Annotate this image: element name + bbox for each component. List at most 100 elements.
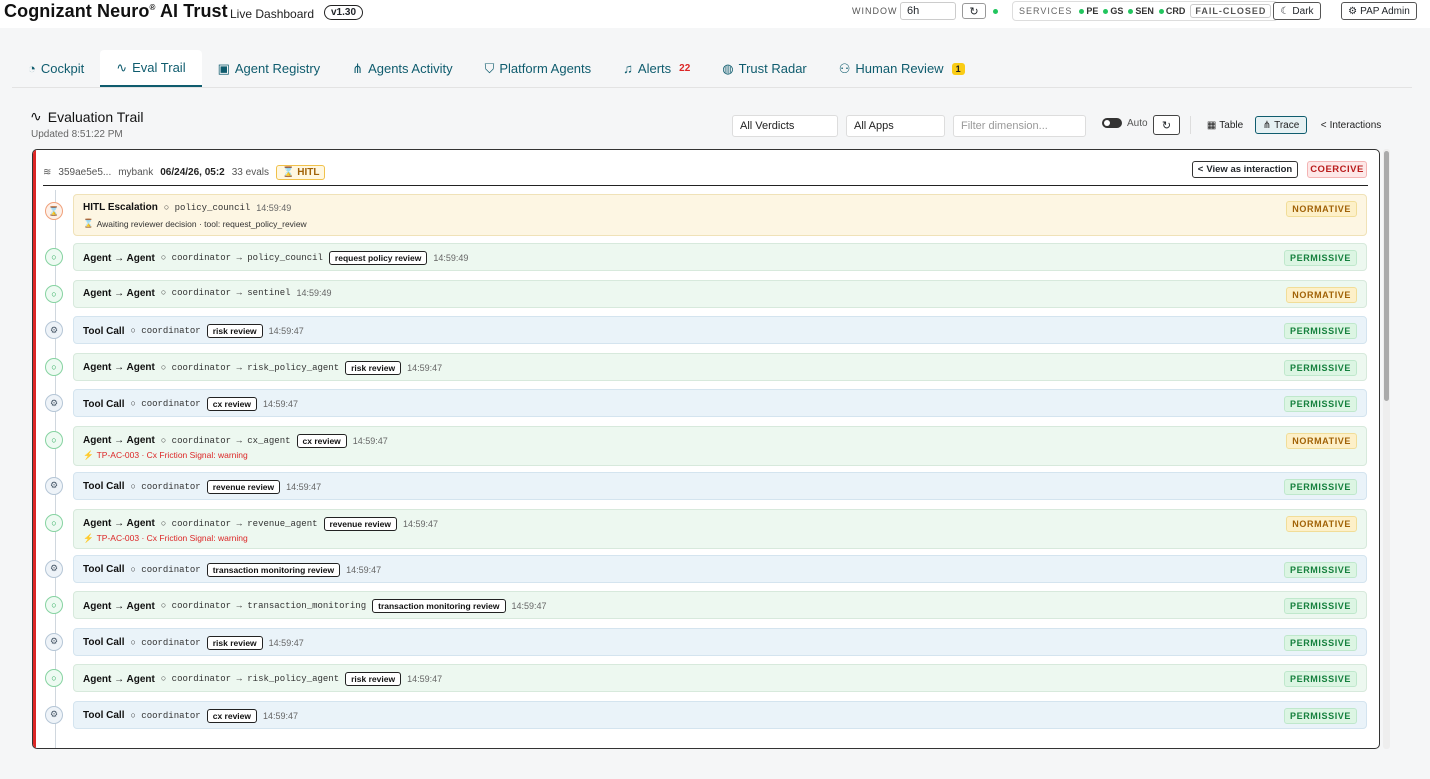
eval-title: Agent → Agent (83, 518, 155, 530)
eval-time: 14:59:47 (263, 710, 299, 721)
view-trace-button[interactable]: ⋔ Trace (1255, 116, 1307, 134)
circle-icon: ○ (160, 601, 167, 612)
tab-eval-trail[interactable]: ∿ Eval Trail (100, 50, 202, 87)
eval-route: ○ coordinator (130, 710, 201, 721)
tab-trust-radar[interactable]: ◍ Trust Radar (706, 50, 823, 87)
trail-row[interactable]: ⚙ Tool Call ○ coordinator cx review 14:59:47… (43, 698, 1373, 735)
eval-card[interactable]: Tool Call ○ coordinator transaction monito… (73, 554, 1367, 583)
eval-card[interactable]: Tool Call ○ coordinator cx review 14:59:47 P… (73, 389, 1367, 418)
eval-card[interactable]: Tool Call ○ coordinator cx review 14:59:47 P… (73, 700, 1367, 729)
tab-agent-registry[interactable]: ▣ Agent Registry (202, 50, 337, 87)
verdict-badge: PERMISSIVE (1283, 250, 1357, 266)
verdict-badge: PERMISSIVE (1283, 561, 1357, 578)
verdict-badge: PERMISSIVE (1283, 634, 1357, 651)
admin-button[interactable]: ⚙ PAP Admin (1341, 2, 1417, 20)
theme-toggle-button[interactable]: ☾ Dark (1273, 2, 1321, 20)
eval-card-header: Tool Call ○ coordinator risk review 14:59:4… (83, 635, 304, 650)
eval-tag: cx review (206, 397, 257, 412)
verdict-filter-select[interactable]: All Verdicts (732, 115, 838, 137)
radar-icon: ◍ (722, 60, 734, 76)
section-title: ∿ Evaluation Trail (30, 108, 144, 125)
eval-card[interactable]: Tool Call ○ coordinator risk review 14:59:4… (73, 316, 1367, 345)
view-as-interaction-button[interactable]: < View as interaction (1192, 161, 1298, 178)
agent-node-icon: ○ (45, 596, 63, 615)
eval-time: 14:59:47 (407, 362, 443, 373)
eval-time: 14:59:49 (296, 288, 332, 299)
tab-cockpit[interactable]: ◔ Cockpit (12, 50, 100, 87)
eval-title: Tool Call (83, 637, 125, 649)
trail-row[interactable]: ○ Agent → Agent ○ coordinator → sentinel 14… (43, 277, 1373, 314)
eval-route: ○ coordinator → sentinel (160, 288, 291, 299)
eval-tag: cx review (206, 708, 257, 723)
view-table-button[interactable]: ▦ Table (1202, 116, 1248, 134)
eval-card[interactable]: Agent → Agent ○ coordinator → risk_policy… (73, 664, 1367, 693)
eval-card[interactable]: Agent → Agent ○ coordinator → risk_policy… (73, 352, 1367, 381)
circle-icon: ○ (160, 518, 167, 529)
eval-card[interactable]: Tool Call ○ coordinator risk review 14:59:4… (73, 627, 1367, 656)
eval-time: 14:59:47 (286, 481, 322, 492)
bolt-icon: ⚡ (83, 532, 94, 543)
session-id[interactable]: 359ae5e5... (58, 167, 111, 178)
trail-refresh-button[interactable]: ↻ (1153, 115, 1180, 135)
eval-card[interactable]: Agent → Agent ○ coordinator → policy_coun… (73, 243, 1367, 271)
hitl-detail: ⌛ Awaiting reviewer decision · tool: requ… (83, 218, 307, 229)
trail-row[interactable]: ○ Agent → Agent ○ coordinator → risk_polic… (43, 350, 1373, 387)
eval-card[interactable]: Agent → Agent ○ coordinator → transaction… (73, 591, 1367, 620)
eval-route: ○ coordinator → risk_policy_agent (160, 674, 340, 685)
trail-row[interactable]: ⚙ Tool Call ○ coordinator risk review 14:59:… (43, 625, 1373, 662)
eval-route: ○ coordinator (130, 637, 201, 648)
trail-row[interactable]: ⚙ Tool Call ○ coordinator revenue review 14:… (43, 469, 1373, 506)
trail-row[interactable]: ○ Agent → Agent ○ coordinator → transactio… (43, 588, 1373, 625)
trail-row[interactable]: ○ Agent → Agent ○ coordinator → cx_agent cx… (43, 423, 1373, 469)
eval-card[interactable]: Tool Call ○ coordinator revenue review 14:5… (73, 471, 1367, 500)
eval-time: 14:59:47 (268, 637, 304, 648)
brand-mark: ® (149, 3, 156, 12)
scrollbar[interactable] (1383, 149, 1390, 749)
eval-route: ○ coordinator → revenue_agent (160, 518, 318, 529)
app-filter-select[interactable]: All Apps (846, 115, 945, 137)
eval-tag: risk review (345, 360, 402, 375)
refresh-icon: ↻ (969, 5, 979, 18)
trail-row[interactable]: ⌛ HITL Escalation ○ policy_council 14:59:49… (43, 194, 1373, 240)
trail-row[interactable]: ○ Agent → Agent ○ coordinator → revenue_ag… (43, 506, 1373, 552)
tab-platform-agents[interactable]: ⛉ Platform Agents (469, 50, 608, 87)
eval-route: ○ policy_council (163, 202, 251, 213)
fail-mode-badge: FAIL-CLOSED (1190, 4, 1272, 18)
verdict-badge: NORMATIVE (1286, 201, 1357, 217)
eval-time: 14:59:47 (346, 564, 382, 575)
eval-card-header: Agent → Agent ○ coordinator → revenue_age… (83, 516, 438, 531)
warning-detail: ⚡ TP-AC-003 · Cx Friction Signal: warning (83, 449, 248, 461)
eval-card-header: Agent → Agent ○ coordinator → transaction… (83, 599, 547, 614)
trail-row[interactable]: ○ Agent → Agent ○ coordinator → policy_cou… (43, 240, 1373, 277)
refresh-button[interactable]: ↻ (962, 3, 986, 19)
id-badge-icon: ▣ (217, 60, 230, 76)
verdict-badge: NORMATIVE (1286, 515, 1357, 532)
bolt-icon: ⚡ (83, 449, 94, 460)
auto-refresh-toggle[interactable] (1102, 118, 1122, 128)
tab-agents-activity[interactable]: ⋔ Agents Activity (336, 50, 468, 87)
circle-icon: ○ (160, 674, 167, 685)
circle-icon: ○ (130, 481, 136, 492)
circle-icon: ○ (130, 637, 136, 648)
auto-refresh-label: Auto (1127, 118, 1148, 129)
review-badge: 1 (951, 62, 965, 75)
verdict-badge: PERMISSIVE (1283, 396, 1357, 413)
tab-human-review[interactable]: ⚇ Human Review 1 (823, 50, 981, 87)
dimension-filter-input[interactable]: Filter dimension... (953, 115, 1086, 137)
view-interactions-button[interactable]: < Interactions (1313, 116, 1389, 134)
eval-card[interactable]: HITL Escalation ○ policy_council 14:59:49 ⌛… (73, 194, 1367, 236)
gauge-icon: ◔ (28, 61, 36, 76)
eval-card[interactable]: Agent → Agent ○ coordinator → cx_agent cx … (73, 425, 1367, 466)
eval-card[interactable]: Agent → Agent ○ coordinator → revenue_age… (73, 508, 1367, 549)
agent-node-icon: ○ (45, 430, 63, 449)
trail-row[interactable]: ○ Agent → Agent ○ coordinator → risk_polic… (43, 661, 1373, 698)
hierarchy-icon: ⋔ (352, 60, 364, 76)
trail-row[interactable]: ⚙ Tool Call ○ coordinator transaction monit… (43, 552, 1373, 589)
trail-row[interactable]: ⚙ Tool Call ○ coordinator risk review 14:59:… (43, 313, 1373, 350)
eval-card[interactable]: Agent → Agent ○ coordinator → sentinel 14:… (73, 279, 1367, 308)
session-header: ≋ 359ae5e5... mybank 06/24/26, 05:2 33 e… (43, 160, 1368, 186)
tab-alerts[interactable]: ♫ Alerts 22 (607, 50, 706, 87)
eval-time: 14:59:49 (256, 202, 292, 213)
trail-row[interactable]: ⚙ Tool Call ○ coordinator cx review 14:59:47… (43, 386, 1373, 423)
window-select[interactable]: 6h (900, 2, 956, 20)
